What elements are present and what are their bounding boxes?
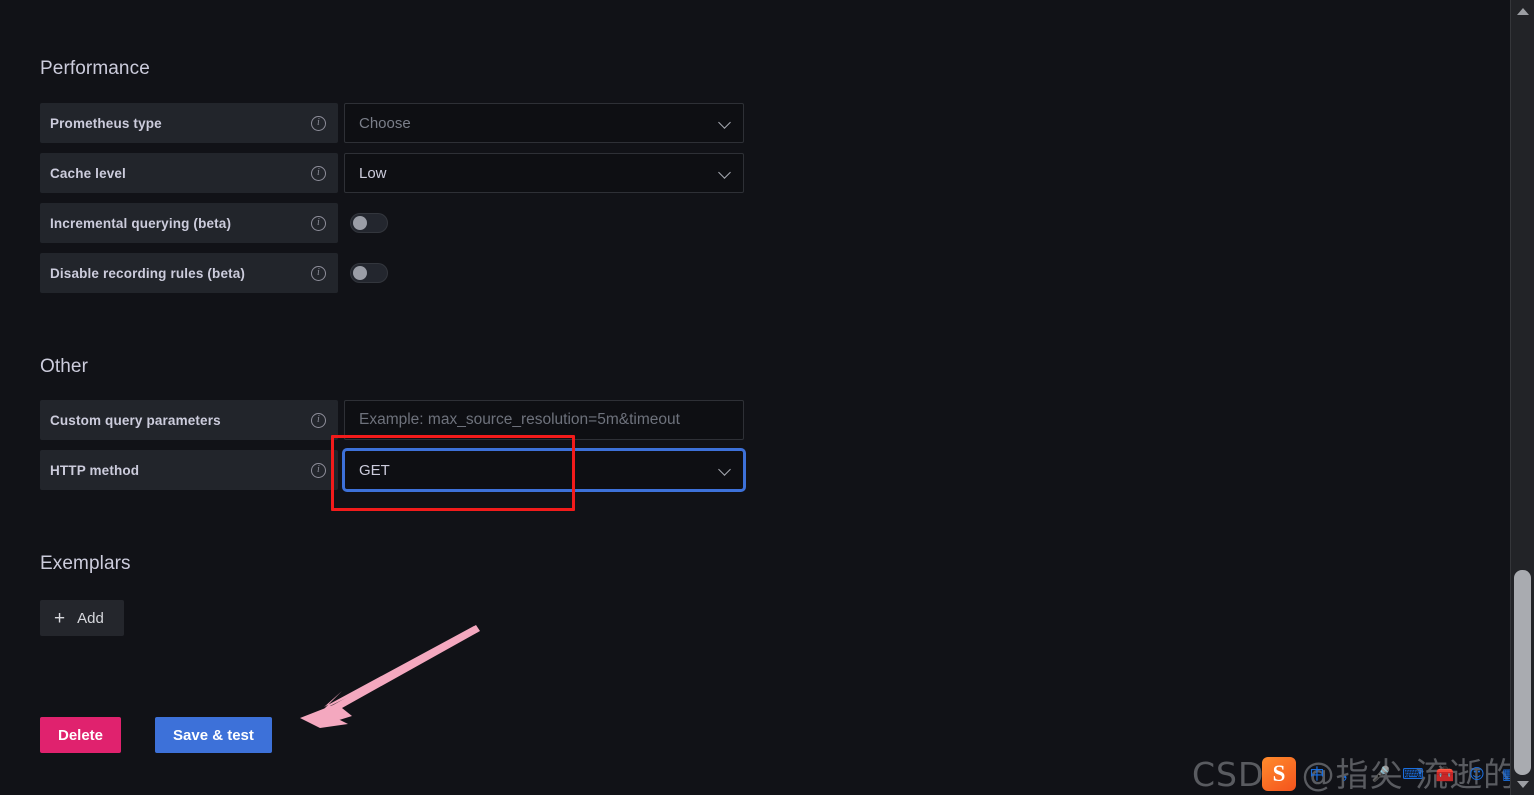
triangle-up-icon <box>1516 7 1529 15</box>
chinese-mode-icon[interactable]: 中 <box>1306 763 1328 785</box>
app-root: Performance Prometheus type i Choose Cac… <box>0 0 1534 795</box>
field-label-text: HTTP method <box>50 462 140 478</box>
chevron-down-icon <box>719 116 733 130</box>
settings-content: Performance Prometheus type i Choose Cac… <box>0 0 1510 795</box>
field-label-cache-level: Cache level i <box>40 153 338 193</box>
info-icon[interactable]: i <box>311 115 326 131</box>
field-label-disable-recording-rules: Disable recording rules (beta) i <box>40 253 338 293</box>
field-control: Example: max_source_resolution=5m&timeou… <box>344 400 744 440</box>
microphone-icon[interactable]: 🎤 <box>1370 763 1392 785</box>
field-label-custom-query-parameters: Custom query parameters i <box>40 400 338 440</box>
field-label-incremental-querying: Incremental querying (beta) i <box>40 203 338 243</box>
info-icon[interactable]: i <box>311 462 326 478</box>
custom-query-parameters-placeholder: Example: max_source_resolution=5m&timeou… <box>359 411 680 428</box>
field-label-prometheus-type: Prometheus type i <box>40 103 338 143</box>
field-control: Choose <box>344 103 744 143</box>
plus-icon: + <box>54 607 66 629</box>
scroll-up-arrow[interactable] <box>1511 0 1534 22</box>
field-row-prometheus-type: Prometheus type i Choose <box>40 103 744 143</box>
annotation-arrow <box>300 625 480 728</box>
punctuation-icon[interactable]: ， <box>1338 763 1360 785</box>
vertical-scrollbar[interactable] <box>1510 0 1534 795</box>
field-row-custom-query-parameters: Custom query parameters i Example: max_s… <box>40 400 744 440</box>
toggle-knob <box>353 266 367 280</box>
info-icon[interactable]: i <box>311 165 326 181</box>
prometheus-type-value: Choose <box>359 114 411 132</box>
custom-query-parameters-input[interactable]: Example: max_source_resolution=5m&timeou… <box>344 400 744 440</box>
cache-level-select[interactable]: Low <box>344 153 744 193</box>
section-title-performance: Performance <box>40 58 150 79</box>
field-row-incremental-querying: Incremental querying (beta) i <box>40 203 388 243</box>
field-label-text: Cache level <box>50 165 126 181</box>
field-control <box>344 213 388 233</box>
field-row-http-method: HTTP method i GET <box>40 450 744 490</box>
scroll-down-arrow[interactable] <box>1511 773 1534 795</box>
cache-level-value: Low <box>359 164 387 182</box>
http-method-value: GET <box>359 461 390 479</box>
chevron-down-icon <box>719 463 733 477</box>
keyboard-icon[interactable]: ⌨ <box>1402 763 1424 785</box>
scrollbar-thumb[interactable] <box>1514 570 1531 775</box>
section-title-other: Other <box>40 356 89 377</box>
add-exemplar-label: Add <box>77 609 104 627</box>
sogou-ime-toolbar[interactable]: S 中 ， 🎤 ⌨ 🧰 ☺ ▦ <box>1262 757 1520 791</box>
toggle-knob <box>353 216 367 230</box>
triangle-down-icon <box>1516 780 1529 788</box>
disable-recording-rules-toggle[interactable] <box>350 263 388 283</box>
field-label-http-method: HTTP method i <box>40 450 338 490</box>
save-and-test-button[interactable]: Save & test <box>155 717 272 753</box>
field-row-disable-recording-rules: Disable recording rules (beta) i <box>40 253 388 293</box>
field-control: GET <box>344 450 744 490</box>
field-control <box>344 263 388 283</box>
field-label-text: Incremental querying (beta) <box>50 215 232 231</box>
section-title-exemplars: Exemplars <box>40 553 131 574</box>
emoji-icon[interactable]: ☺ <box>1466 763 1488 785</box>
toolbox-icon[interactable]: 🧰 <box>1434 763 1456 785</box>
field-control: Low <box>344 153 744 193</box>
field-label-text: Custom query parameters <box>50 412 221 428</box>
delete-button[interactable]: Delete <box>40 717 122 753</box>
field-label-text: Disable recording rules (beta) <box>50 265 246 281</box>
chevron-down-icon <box>719 166 733 180</box>
info-icon[interactable]: i <box>311 215 326 231</box>
http-method-select[interactable]: GET <box>344 450 744 490</box>
sogou-logo-icon[interactable]: S <box>1262 757 1296 791</box>
incremental-querying-toggle[interactable] <box>350 213 388 233</box>
field-label-text: Prometheus type <box>50 115 162 131</box>
info-icon[interactable]: i <box>311 412 326 428</box>
prometheus-type-select[interactable]: Choose <box>344 103 744 143</box>
info-icon[interactable]: i <box>311 265 326 281</box>
add-exemplar-button[interactable]: + Add <box>40 600 124 636</box>
field-row-cache-level: Cache level i Low <box>40 153 744 193</box>
